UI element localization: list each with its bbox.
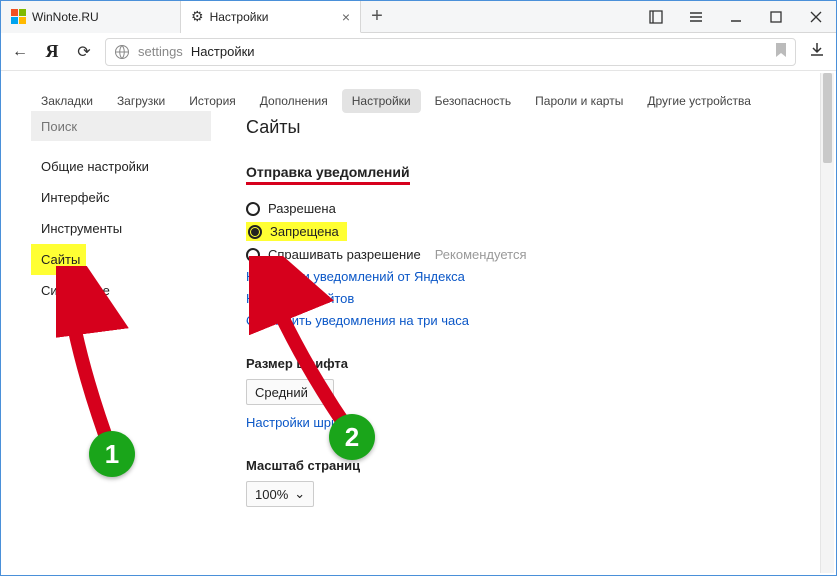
search-input[interactable] xyxy=(31,111,211,141)
sidebar-item-tools[interactable]: Инструменты xyxy=(31,213,211,244)
tab-security[interactable]: Безопасность xyxy=(425,89,522,113)
titlebar: WinNote.RU ⚙ Настройки × + xyxy=(1,1,836,33)
close-icon[interactable]: × xyxy=(342,9,350,25)
reload-button[interactable]: ⟳ xyxy=(73,42,95,62)
minimize-button[interactable] xyxy=(716,1,756,33)
scrollbar[interactable] xyxy=(820,73,834,573)
dropdown-value: 100% xyxy=(255,487,288,502)
sidebar: Общие настройки Интерфейс Инструменты Са… xyxy=(31,111,211,575)
dropdown-value: Средний xyxy=(255,385,308,400)
new-tab-button[interactable]: + xyxy=(361,5,393,28)
page-title: Сайты xyxy=(246,117,816,138)
address-bar: ← Я ⟳ settings Настройки xyxy=(1,33,836,71)
sidebar-item-system[interactable]: Системные xyxy=(31,275,211,306)
globe-icon xyxy=(114,44,130,60)
sidebar-item-general[interactable]: Общие настройки xyxy=(31,151,211,182)
tab-settings-nav[interactable]: Настройки xyxy=(342,89,421,113)
main-area: Общие настройки Интерфейс Инструменты Са… xyxy=(1,111,836,575)
tab-addons[interactable]: Дополнения xyxy=(250,89,338,113)
address-scope: settings xyxy=(138,44,183,59)
tab-title: Настройки xyxy=(210,10,269,24)
bookmark-icon[interactable] xyxy=(775,43,787,60)
yandex-home-button[interactable]: Я xyxy=(41,41,63,62)
recommended-label: Рекомендуется xyxy=(435,247,527,262)
sidebar-item-interface[interactable]: Интерфейс xyxy=(31,182,211,213)
zoom-dropdown[interactable]: 100% ⌄ xyxy=(246,481,314,507)
radio-label: Разрешена xyxy=(268,201,336,216)
back-button[interactable]: ← xyxy=(9,43,31,61)
fontsize-dropdown[interactable]: Средний ⌄ xyxy=(246,379,334,405)
radio-icon xyxy=(248,225,262,239)
window-controls xyxy=(636,1,836,33)
radio-label: Запрещена xyxy=(270,224,339,239)
close-button[interactable] xyxy=(796,1,836,33)
chevron-down-icon: ⌄ xyxy=(294,486,305,502)
link-font-settings[interactable]: Настройки шрифтов xyxy=(246,415,816,430)
link-mute-three-hours[interactable]: Отключить уведомления на три часа xyxy=(246,313,816,328)
radio-ask[interactable]: Спрашивать разрешение Рекомендуется xyxy=(246,247,816,262)
tab-winnote[interactable]: WinNote.RU xyxy=(1,1,181,33)
tab-title: WinNote.RU xyxy=(32,10,99,24)
tab-bookmarks[interactable]: Закладки xyxy=(31,89,103,113)
tab-devices[interactable]: Другие устройства xyxy=(637,89,761,113)
notifications-heading: Отправка уведомлений xyxy=(246,164,410,185)
tab-history[interactable]: История xyxy=(179,89,246,113)
chevron-down-icon: ⌄ xyxy=(314,384,325,400)
content-pane: Сайты Отправка уведомлений Разрешена Зап… xyxy=(211,111,836,575)
radio-icon xyxy=(246,248,260,262)
address-field[interactable]: settings Настройки xyxy=(105,38,796,66)
menu-icon[interactable] xyxy=(676,1,716,33)
radio-icon xyxy=(246,202,260,216)
address-text: Настройки xyxy=(191,44,255,59)
sidebar-item-sites[interactable]: Сайты xyxy=(31,244,86,275)
reader-icon[interactable] xyxy=(636,1,676,33)
fontsize-heading: Размер шрифта xyxy=(246,356,816,371)
radio-forbidden[interactable]: Запрещена xyxy=(246,222,816,241)
tab-settings[interactable]: ⚙ Настройки × xyxy=(181,1,361,33)
tab-passwords[interactable]: Пароли и карты xyxy=(525,89,633,113)
download-icon[interactable] xyxy=(806,41,828,62)
zoom-heading: Масштаб страниц xyxy=(246,458,816,473)
scrollbar-thumb[interactable] xyxy=(823,73,832,163)
tab-downloads[interactable]: Загрузки xyxy=(107,89,175,113)
radio-allowed[interactable]: Разрешена xyxy=(246,201,816,216)
radio-label: Спрашивать разрешение xyxy=(268,247,421,262)
link-yandex-notifications[interactable]: Настройки уведомлений от Яндекса xyxy=(246,269,816,284)
gear-icon: ⚙ xyxy=(191,8,204,25)
windows-icon xyxy=(11,9,26,24)
link-site-settings[interactable]: Настройки сайтов xyxy=(246,291,816,306)
maximize-button[interactable] xyxy=(756,1,796,33)
